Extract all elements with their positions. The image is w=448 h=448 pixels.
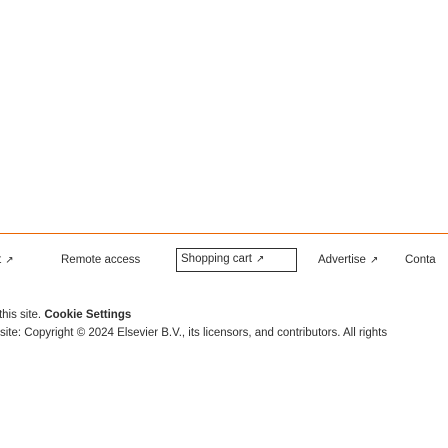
footer-link-shopping-cart[interactable]: Shopping cart ↗ — [176, 248, 297, 272]
footer-divider — [0, 233, 448, 234]
footer-link-label: Conta — [405, 254, 436, 266]
footer-link-label: t — [0, 254, 1, 266]
cookie-settings-link[interactable]: Cookie Settings — [44, 309, 131, 321]
external-link-icon: ↗ — [369, 255, 379, 266]
footer-link-label: Remote access — [61, 254, 141, 266]
footer-link-label: Shopping cart — [181, 253, 252, 265]
legal-line-1-text: y this site. — [0, 309, 42, 321]
page: t↗ Remote access Shopping cart↗ Advertis… — [0, 0, 448, 448]
footer-link-remote-access[interactable]: Remote access — [61, 248, 140, 272]
legal-text: y this site. Cookie Settings site: Copyr… — [0, 306, 448, 342]
footer-link-contact[interactable]: Conta — [405, 248, 436, 272]
footer-link-label: Advertise — [318, 254, 366, 266]
footer-links: t↗ Remote access Shopping cart↗ Advertis… — [0, 248, 448, 272]
footer-link-advertise[interactable]: Advertise ↗ — [318, 248, 378, 272]
legal-line-1: y this site. Cookie Settings — [0, 306, 448, 324]
external-link-icon: ↗ — [5, 255, 14, 266]
copyright-line: site: Copyright © 2024 Elsevier B.V., it… — [0, 327, 388, 339]
external-link-icon: ↗ — [255, 254, 265, 265]
footer-link-partial-left[interactable]: t↗ — [0, 248, 14, 272]
